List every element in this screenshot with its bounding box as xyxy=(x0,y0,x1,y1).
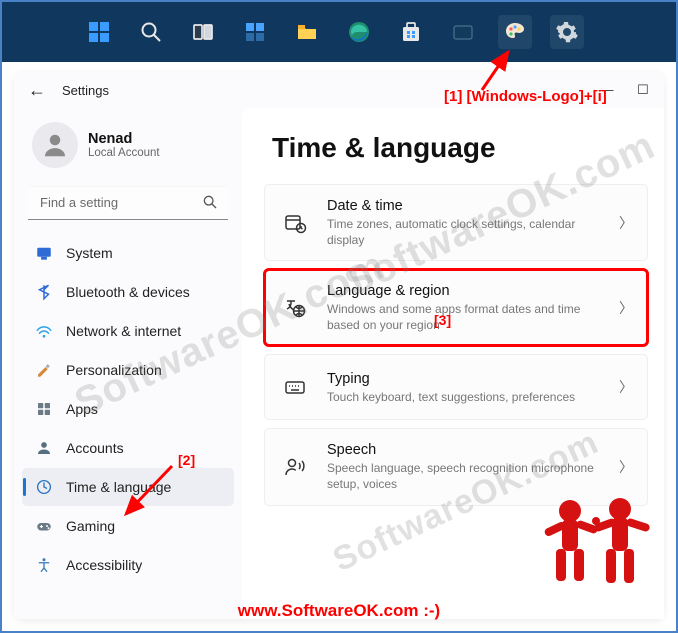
profile-sub: Local Account xyxy=(88,147,160,159)
card-typing[interactable]: TypingTouch keyboard, text suggestions, … xyxy=(264,354,648,420)
bluetooth-icon xyxy=(34,282,54,302)
sidebar-item-system[interactable]: System xyxy=(22,234,234,272)
card-desc: Speech language, speech recognition micr… xyxy=(327,460,601,492)
sidebar-item-label: Personalization xyxy=(66,362,162,378)
sidebar-item-accounts[interactable]: Accounts xyxy=(22,429,234,467)
sidebar-item-label: Network & internet xyxy=(66,323,181,339)
date-time-icon xyxy=(281,209,309,237)
sidebar-item-label: System xyxy=(66,245,113,261)
card-lang-region[interactable]: Language & regionWindows and some apps f… xyxy=(264,269,648,346)
sidebar-item-accessibility[interactable]: Accessibility xyxy=(22,546,234,584)
avatar-icon xyxy=(32,122,78,168)
minimize-button[interactable]: — xyxy=(600,82,614,98)
search-box[interactable] xyxy=(28,186,228,220)
settings-window: ← Settings — ☐ Nenad Local Account xyxy=(14,72,664,619)
card-speech[interactable]: SpeechSpeech language, speech recognitio… xyxy=(264,428,648,505)
accessibility-icon xyxy=(34,555,54,575)
apps-icon xyxy=(34,399,54,419)
chevron-right-icon: 〉 xyxy=(619,213,633,233)
card-title: Date & time xyxy=(327,197,601,216)
sidebar-item-gaming[interactable]: Gaming xyxy=(22,507,234,545)
file-explorer-icon[interactable] xyxy=(290,15,324,49)
titlebar: ← Settings — ☐ xyxy=(14,72,664,108)
profile-block[interactable]: Nenad Local Account xyxy=(22,114,234,184)
sidebar-nav: System Bluetooth & devices Network & inter… xyxy=(22,234,234,584)
chevron-right-icon: 〉 xyxy=(619,457,633,477)
sidebar-item-bluetooth[interactable]: Bluetooth & devices xyxy=(22,273,234,311)
sidebar-item-personalization[interactable]: Personalization xyxy=(22,351,234,389)
network-icon xyxy=(34,321,54,341)
sidebar-item-label: Apps xyxy=(66,401,98,417)
card-title: Language & region xyxy=(327,282,601,301)
card-title: Typing xyxy=(327,370,601,389)
sidebar-item-label: Time & language xyxy=(66,479,171,495)
maximize-button[interactable]: ☐ xyxy=(636,82,650,98)
sidebar-item-network[interactable]: Network & internet xyxy=(22,312,234,350)
search-icon[interactable] xyxy=(134,15,168,49)
sidebar-item-label: Accessibility xyxy=(66,557,142,573)
widgets-icon[interactable] xyxy=(238,15,272,49)
typing-icon xyxy=(281,373,309,401)
taskbar xyxy=(2,2,676,62)
back-button[interactable]: ← xyxy=(28,80,46,101)
settings-taskbar-icon[interactable] xyxy=(550,15,584,49)
card-desc: Time zones, automatic clock settings, ca… xyxy=(327,216,601,248)
gaming-icon xyxy=(34,516,54,536)
settings-cards: Date & timeTime zones, automatic clock s… xyxy=(242,184,664,506)
mail-icon[interactable] xyxy=(446,15,480,49)
personalization-icon xyxy=(34,360,54,380)
sidebar-item-time-language[interactable]: Time & language xyxy=(22,468,234,506)
sidebar-item-label: Bluetooth & devices xyxy=(66,284,190,300)
start-button[interactable] xyxy=(82,15,116,49)
sidebar-item-label: Accounts xyxy=(66,440,124,456)
lang-region-icon xyxy=(281,294,309,322)
search-icon xyxy=(202,194,218,215)
page-title: Time & language xyxy=(242,132,664,184)
task-view-icon[interactable] xyxy=(186,15,220,49)
profile-name: Nenad xyxy=(88,131,160,147)
card-date-time[interactable]: Date & timeTime zones, automatic clock s… xyxy=(264,184,648,261)
time-language-icon xyxy=(34,477,54,497)
accounts-icon xyxy=(34,438,54,458)
sidebar: Nenad Local Account System Bluetooth & de… xyxy=(14,108,242,619)
chevron-right-icon: 〉 xyxy=(619,377,633,397)
edge-icon[interactable] xyxy=(342,15,376,49)
content-area: Time & language Date & timeTime zones, a… xyxy=(242,108,664,619)
card-desc: Touch keyboard, text suggestions, prefer… xyxy=(327,389,601,405)
card-desc: Windows and some apps format dates and t… xyxy=(327,301,601,333)
sidebar-item-label: Gaming xyxy=(66,518,115,534)
store-icon[interactable] xyxy=(394,15,428,49)
window-title: Settings xyxy=(62,83,109,98)
system-icon xyxy=(34,243,54,263)
chevron-right-icon: 〉 xyxy=(619,298,633,318)
sidebar-item-apps[interactable]: Apps xyxy=(22,390,234,428)
paint-icon[interactable] xyxy=(498,15,532,49)
search-input[interactable] xyxy=(28,186,228,220)
speech-icon xyxy=(281,453,309,481)
card-title: Speech xyxy=(327,441,601,460)
footer-url: www.SoftwareOK.com :-) xyxy=(2,601,676,621)
